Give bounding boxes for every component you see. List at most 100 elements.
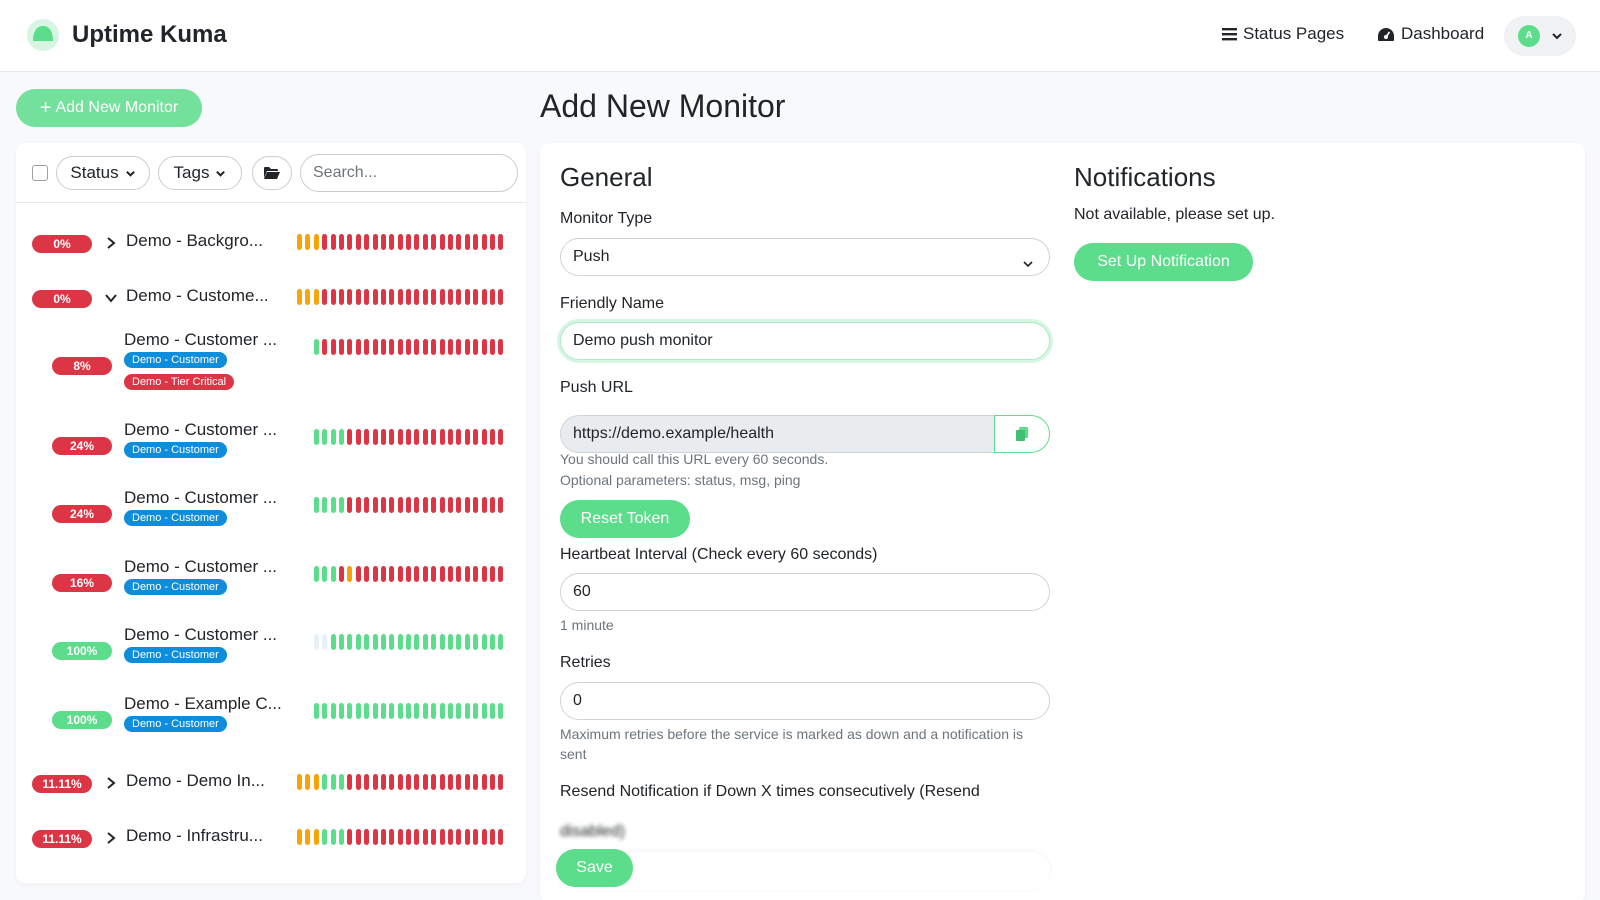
heartbeat-beat[interactable]	[372, 829, 378, 845]
heartbeat-beat[interactable]	[338, 497, 344, 513]
heartbeat-beat[interactable]	[498, 339, 504, 355]
heartbeat-beat[interactable]	[456, 234, 462, 250]
heartbeat-beat[interactable]	[389, 289, 395, 305]
heartbeat-beat[interactable]	[464, 429, 470, 445]
heartbeat-beat[interactable]	[389, 703, 395, 719]
nav-status-pages[interactable]: Status Pages	[1222, 24, 1344, 44]
chevron-down-icon[interactable]	[104, 291, 118, 305]
heartbeat-beat[interactable]	[439, 829, 445, 845]
heartbeat-beat[interactable]	[330, 234, 336, 250]
heartbeat-beat[interactable]	[422, 497, 428, 513]
heartbeat-beat[interactable]	[473, 703, 479, 719]
heartbeat-beat[interactable]	[414, 829, 420, 845]
heartbeat-beat[interactable]	[347, 829, 353, 845]
heartbeat-beat[interactable]	[330, 497, 336, 513]
heartbeat-beat[interactable]	[422, 566, 428, 582]
heartbeat-beat[interactable]	[372, 703, 378, 719]
heartbeat-beat[interactable]	[456, 634, 462, 650]
heartbeat-beat[interactable]	[322, 429, 328, 445]
heartbeat-beat[interactable]	[305, 234, 311, 250]
heartbeat-beat[interactable]	[456, 339, 462, 355]
chevron-right-icon[interactable]	[104, 831, 118, 845]
heartbeat-beat[interactable]	[397, 339, 403, 355]
heartbeat-beat[interactable]	[464, 634, 470, 650]
heartbeat-beat[interactable]	[498, 289, 504, 305]
heartbeat-beat[interactable]	[431, 774, 437, 790]
heartbeat-beat[interactable]	[448, 497, 454, 513]
heartbeat-beat[interactable]	[330, 566, 336, 582]
heartbeat-beat[interactable]	[313, 429, 319, 445]
heartbeat-beat[interactable]	[406, 234, 412, 250]
heartbeat-beat[interactable]	[397, 634, 403, 650]
heartbeat-beat[interactable]	[464, 829, 470, 845]
heartbeat-beat[interactable]	[431, 703, 437, 719]
heartbeat-beat[interactable]	[372, 634, 378, 650]
heartbeat-beat[interactable]	[456, 829, 462, 845]
heartbeat-beat[interactable]	[439, 234, 445, 250]
heartbeat-beat[interactable]	[464, 339, 470, 355]
heartbeat-beat[interactable]	[490, 429, 495, 445]
heartbeat-beat[interactable]	[355, 289, 361, 305]
heartbeat-beat[interactable]	[406, 497, 412, 513]
heartbeat-beat[interactable]	[498, 634, 504, 650]
heartbeat-beat[interactable]	[364, 774, 370, 790]
heartbeat-beat[interactable]	[439, 289, 445, 305]
brand[interactable]: Uptime Kuma	[26, 18, 227, 52]
tags-filter-dropdown[interactable]: Tags	[158, 156, 242, 190]
heartbeat-beat[interactable]	[489, 289, 495, 305]
heartbeat-beat[interactable]	[380, 497, 386, 513]
heartbeat-beat[interactable]	[389, 339, 395, 355]
heartbeat-beat[interactable]	[313, 566, 319, 582]
heartbeat-beat[interactable]	[313, 703, 319, 719]
heartbeat-beat[interactable]	[414, 634, 420, 650]
heartbeat-beat[interactable]	[313, 234, 319, 250]
heartbeat-beat[interactable]	[422, 289, 428, 305]
heartbeat-beat[interactable]	[380, 829, 386, 845]
heartbeat-beat[interactable]	[397, 289, 403, 305]
heartbeat-beat[interactable]	[406, 774, 412, 790]
heartbeat-beat[interactable]	[490, 497, 495, 513]
heartbeat-beat[interactable]	[481, 234, 487, 250]
heartbeat-beat[interactable]	[422, 429, 428, 445]
heartbeat-beat[interactable]	[490, 634, 495, 650]
heartbeat-beat[interactable]	[364, 497, 370, 513]
heartbeat-beat[interactable]	[490, 339, 495, 355]
heartbeat-beat[interactable]	[372, 497, 378, 513]
heartbeat-beat[interactable]	[297, 829, 302, 845]
heartbeat-beat[interactable]	[448, 774, 454, 790]
heartbeat-beat[interactable]	[322, 829, 328, 845]
heartbeat-beat[interactable]	[414, 429, 420, 445]
heartbeat-beat[interactable]	[347, 634, 353, 650]
heartbeat-beat[interactable]	[364, 829, 370, 845]
heartbeat-beat[interactable]	[389, 234, 395, 250]
heartbeat-beat[interactable]	[448, 566, 454, 582]
heartbeat-beat[interactable]	[355, 566, 361, 582]
heartbeat-beat[interactable]	[372, 289, 378, 305]
heartbeat-beat[interactable]	[338, 566, 344, 582]
heartbeat-beat[interactable]	[397, 429, 403, 445]
heartbeat-beat[interactable]	[322, 774, 328, 790]
add-new-monitor-button[interactable]: + Add New Monitor	[16, 89, 202, 127]
heartbeat-beat[interactable]	[347, 566, 353, 582]
friendly-name-input[interactable]: Demo push monitor	[560, 322, 1050, 360]
heartbeat-beat[interactable]	[481, 497, 487, 513]
heartbeat-beat[interactable]	[364, 429, 370, 445]
heartbeat-beat[interactable]	[422, 774, 428, 790]
heartbeat-beat[interactable]	[456, 429, 462, 445]
heartbeat-beat[interactable]	[397, 829, 403, 845]
chevron-right-icon[interactable]	[104, 776, 118, 790]
heartbeat-beat[interactable]	[406, 634, 412, 650]
heartbeat-beat[interactable]	[372, 234, 378, 250]
heartbeat-beat[interactable]	[498, 429, 504, 445]
heartbeat-beat[interactable]	[322, 234, 328, 250]
heartbeat-beat[interactable]	[322, 634, 328, 650]
heartbeat-beat[interactable]	[464, 234, 470, 250]
heartbeat-beat[interactable]	[489, 774, 495, 790]
heartbeat-beat[interactable]	[372, 774, 378, 790]
heartbeat-beat[interactable]	[297, 289, 302, 305]
heartbeat-beat[interactable]	[347, 339, 353, 355]
heartbeat-beat[interactable]	[313, 289, 319, 305]
heartbeat-beat[interactable]	[380, 339, 386, 355]
heartbeat-beat[interactable]	[448, 703, 454, 719]
heartbeat-beat[interactable]	[397, 703, 403, 719]
